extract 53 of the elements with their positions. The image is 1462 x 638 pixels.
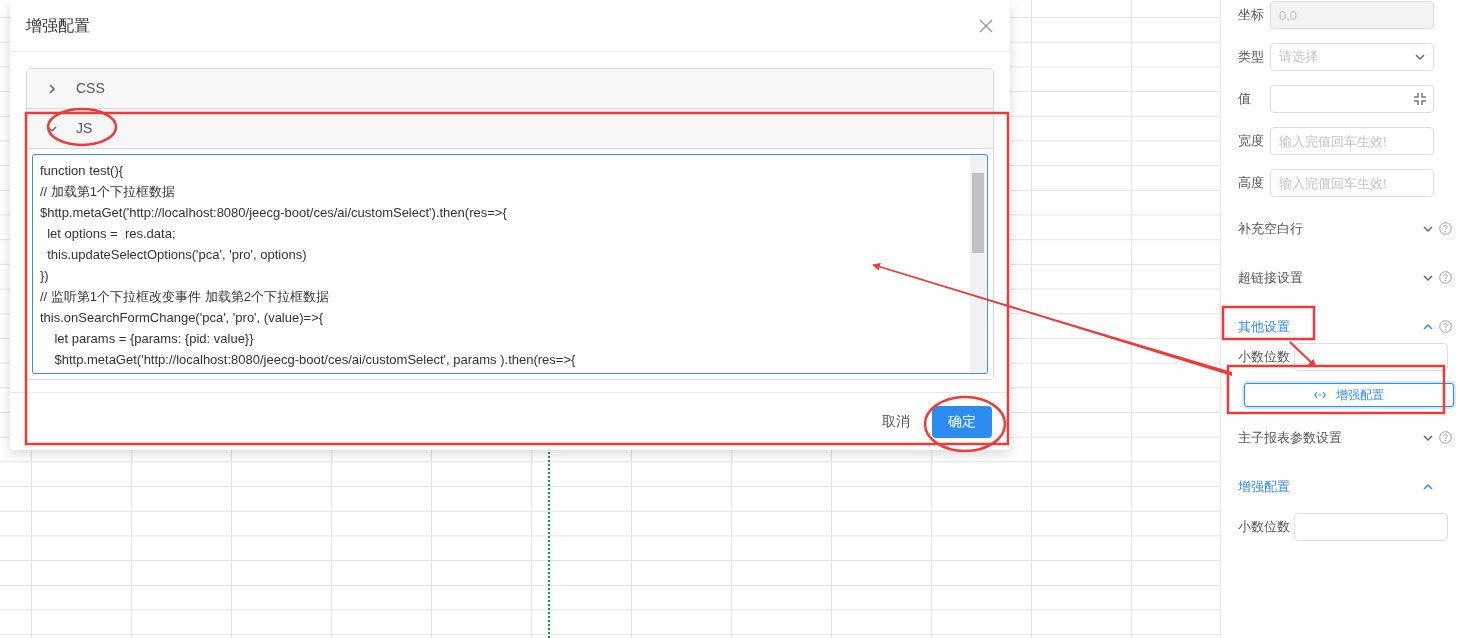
cancel-button[interactable]: 取消 (876, 405, 916, 438)
code-line: function test(){ (40, 162, 125, 180)
field-label: 宽度 (1238, 132, 1265, 151)
code-line: $http.metaGet('http://localhost:8080/jeecg-boot/ces/ai/customSelect', params ).then(res=>{ (53, 351, 577, 369)
chevron-down-icon (1415, 52, 1425, 62)
help-icon[interactable] (1439, 222, 1452, 235)
chevron-up-icon (1423, 321, 1433, 332)
section-title[interactable]: 主子报表参数设置 (1238, 427, 1423, 448)
chevron-down-icon (1423, 432, 1433, 443)
highlight-ellipse (46, 107, 118, 147)
input-field[interactable] (1294, 343, 1448, 371)
scrollbar[interactable] (970, 156, 986, 372)
help-icon[interactable] (1439, 320, 1452, 333)
panel-title: JS (76, 119, 93, 138)
collapse-icon[interactable] (1414, 93, 1426, 105)
field-label: 坐标 (1238, 6, 1265, 25)
section-title[interactable]: 超链接设置 (1238, 267, 1423, 288)
code-line: this.updateSelectOptions('pca', 'pro', options) (46, 246, 308, 264)
field-label: 小数位数 (1238, 348, 1291, 367)
dialog-title: 增强配置 (26, 15, 90, 36)
field-label: 高度 (1238, 174, 1265, 193)
chevron-down-icon (1423, 223, 1433, 234)
code-line: // 加载第1个下拉框数据 (40, 183, 177, 201)
code-line: }) (40, 267, 50, 285)
section-title[interactable]: 其他设置 (1238, 316, 1423, 337)
section-title[interactable]: 增强配置 (1238, 476, 1423, 497)
field-label: 小数位数 (1238, 518, 1291, 537)
close-icon[interactable] (978, 17, 994, 34)
code-line: this.onSearchFormChange('pca', 'pro', (value)=>{ (40, 309, 325, 327)
code-editor[interactable] (32, 154, 988, 374)
chevron-up-icon (1423, 481, 1433, 492)
code-line: $http.metaGet('http://localhost:8080/jeecg-boot/ces/ai/customSelect').then(res=>{ (40, 204, 508, 222)
chevron-down-icon (1423, 272, 1433, 283)
field-label: 值 (1238, 90, 1252, 109)
enhance-config-button[interactable]: 增强配置 (1244, 383, 1454, 407)
annotation-arrow (1289, 341, 1317, 368)
panel-header[interactable]: CSS (27, 69, 993, 108)
scrollbar-thumb[interactable] (972, 173, 984, 253)
field-label: 类型 (1238, 48, 1265, 67)
input-field[interactable]: 输入完值回车生效! (1270, 127, 1434, 155)
code-line: // 监听第1个下拉框改变事件 加载第2个下拉框数据 (40, 288, 330, 306)
value-field[interactable] (1270, 85, 1434, 113)
panel-title: CSS (76, 79, 105, 98)
code-icon (1314, 391, 1326, 399)
input-field[interactable] (1294, 513, 1448, 541)
section-title[interactable]: 补充空白行 (1238, 218, 1423, 239)
input-field[interactable]: 输入完值回车生效! (1270, 169, 1434, 197)
code-line: let options = res.data; (46, 225, 177, 243)
panel-header[interactable]: JS (27, 109, 993, 148)
help-icon[interactable] (1439, 431, 1452, 444)
code-line: let params = {params: {pid: value}} (53, 330, 255, 348)
help-icon[interactable] (1439, 271, 1452, 284)
select-placeholder: 请选择 (1279, 48, 1318, 67)
